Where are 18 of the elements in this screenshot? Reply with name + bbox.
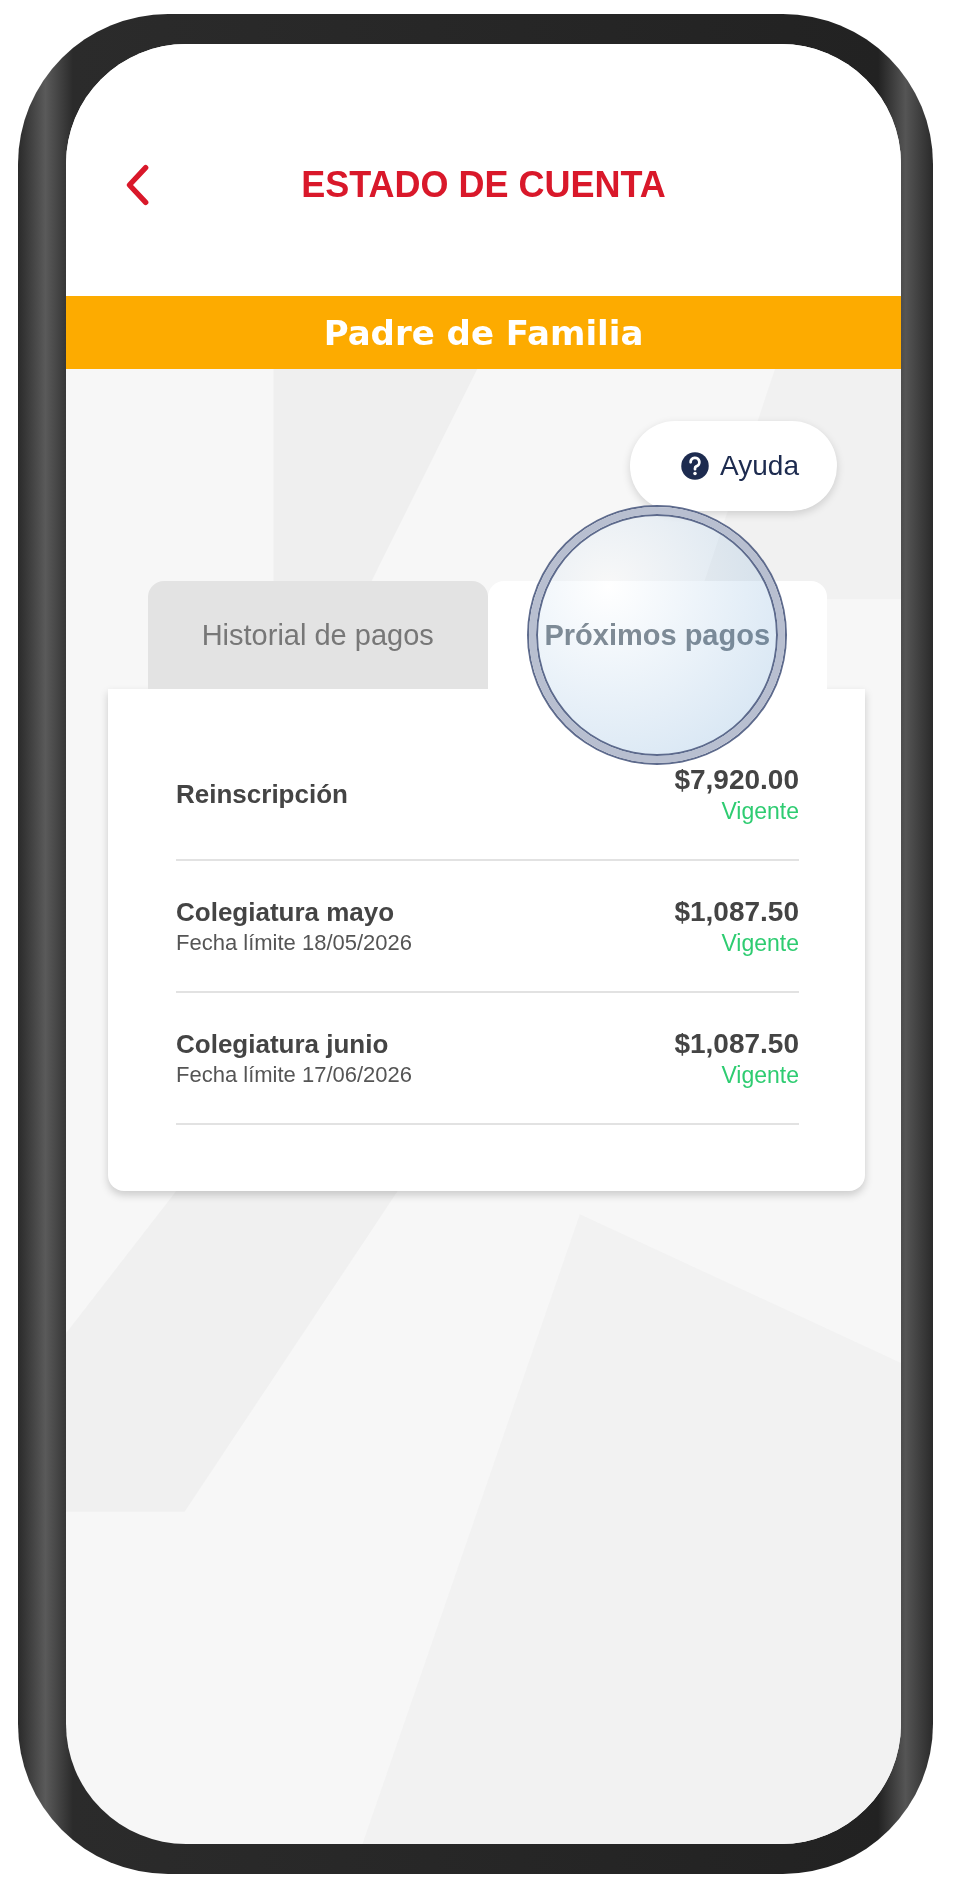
payment-amount: $1,087.50: [674, 895, 799, 928]
banner-label: Padre de Familia: [323, 312, 644, 353]
help-button[interactable]: Ayuda: [630, 421, 837, 511]
payment-concept: Colegiatura junio: [176, 1028, 390, 1060]
payment-amount: $7,920.00: [674, 763, 799, 796]
payment-status: Vigente: [720, 929, 799, 957]
tab[interactable]: Historial de pagos: [148, 581, 488, 689]
screen-title: ESTADO DE CUENTA: [300, 164, 667, 206]
payment-concept: Colegiatura mayo: [176, 896, 396, 928]
due-date: Fecha límite 17/06/2026: [176, 1061, 413, 1088]
back-chevron-icon[interactable]: [124, 163, 150, 207]
payment-amount: $1,087.50: [674, 1027, 799, 1060]
payment-concept: Reinscripción: [176, 778, 348, 810]
payment-status: Vigente: [720, 797, 799, 825]
payment-status: Vigente: [720, 1061, 799, 1089]
help-icon: [680, 451, 711, 481]
due-date: Fecha límite 18/05/2026: [176, 929, 413, 956]
tab[interactable]: Próximos pagos: [487, 581, 827, 689]
